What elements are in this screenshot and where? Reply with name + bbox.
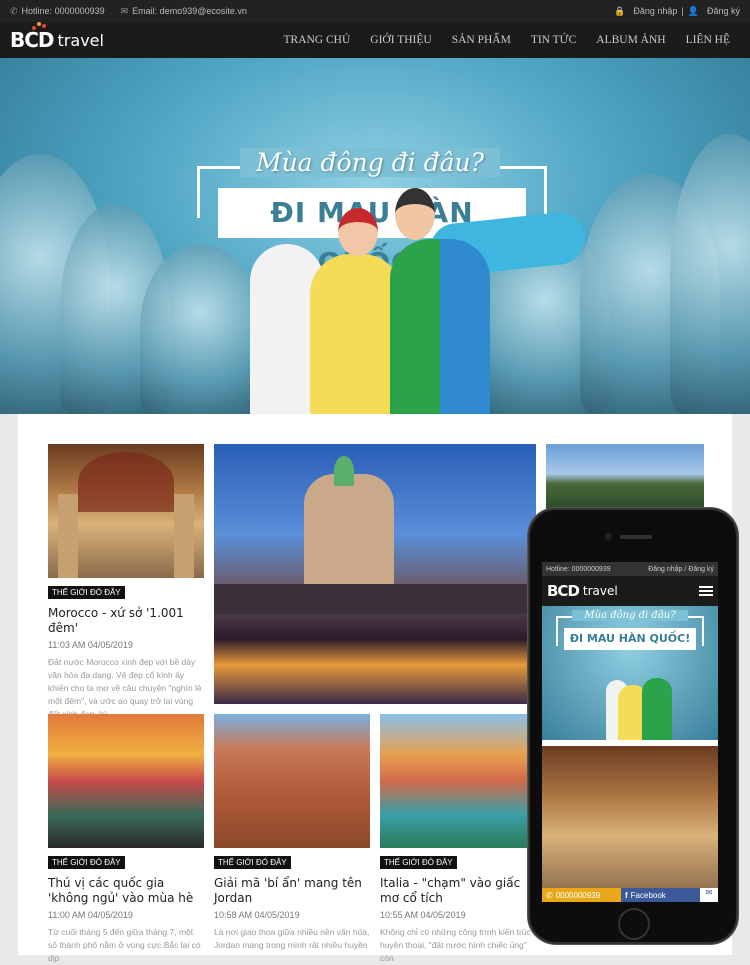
article-image[interactable]	[48, 444, 204, 578]
mobile-facebook-button[interactable]: f Facebook	[621, 888, 700, 902]
nav-products[interactable]: SẢN PHẨM	[442, 34, 521, 46]
register-link[interactable]: Đăng ký	[707, 6, 740, 16]
article-date: 10:58 AM 04/05/2019	[214, 910, 300, 920]
phone-icon: ✆	[546, 890, 553, 900]
main-header: BCD travel TRANG CHỦ GIỚI THIỆU SẢN PHẨM…	[0, 22, 750, 58]
phone-camera	[605, 533, 612, 540]
menu-icon[interactable]	[699, 586, 713, 596]
phone-mockup: Hotline: 0000000939 Đăng nhập / Đăng ký …	[528, 508, 738, 944]
news-card[interactable]: THẾ GIỚI ĐÓ ĐÂY Italia - "chạm" vào giấc…	[380, 714, 536, 965]
featured-image[interactable]	[214, 444, 536, 704]
article-excerpt: Đất nước Morocco xinh đẹp với bề dày văn…	[48, 657, 202, 719]
mobile-hero-banner: ĐI MAU HÀN QUỐC!	[564, 628, 696, 650]
mobile-hero-script: Mùa đông đi đâu?	[572, 610, 688, 621]
article-image[interactable]	[380, 714, 536, 848]
nav-news[interactable]: TIN TỨC	[521, 34, 586, 46]
article-date: 11:03 AM 04/05/2019	[48, 640, 133, 650]
nav-contact[interactable]: LIÊN HỆ	[676, 34, 740, 46]
nav-album[interactable]: ALBUM ẢNH	[586, 34, 675, 46]
article-image[interactable]	[546, 444, 704, 510]
article-title[interactable]: Thú vị các quốc gia 'không ngủ' vào mùa …	[48, 876, 204, 906]
person-woman-head	[338, 208, 378, 256]
login-link[interactable]: Đăng nhập	[633, 6, 677, 16]
article-image[interactable]	[214, 714, 370, 848]
top-bar: ✆ Hotline: 0000000939 ✉ Email: demo939@e…	[0, 0, 750, 22]
facebook-icon: f	[625, 890, 628, 900]
logo-dots	[32, 22, 50, 30]
mobile-logo[interactable]: BCD travel	[547, 582, 618, 600]
phone-speaker	[620, 535, 652, 539]
phone-home-button	[618, 908, 650, 940]
nav-home[interactable]: TRANG CHỦ	[274, 34, 361, 46]
logo-brand: BCD	[10, 22, 55, 52]
main-nav: TRANG CHỦ GIỚI THIỆU SẢN PHẨM TIN TỨC AL…	[274, 34, 741, 46]
mobile-header: BCD travel	[542, 576, 718, 606]
hero-banner[interactable]: Mùa đông đi đâu? ĐI MAU HÀN QUỐC!	[0, 58, 750, 414]
hotline-text[interactable]: Hotline: 0000000939	[22, 6, 105, 16]
mobile-hotline[interactable]: Hotline: 0000000939	[546, 566, 611, 573]
mobile-contact-bar: ✆ 0000000939 f Facebook ✉	[542, 888, 718, 902]
featured-image-card[interactable]	[214, 444, 536, 704]
mobile-register[interactable]: Đăng ký	[688, 566, 714, 573]
logo-suffix: travel	[57, 30, 104, 50]
phone-icon: ✆	[10, 5, 18, 16]
article-title[interactable]: Giải mã 'bí ẩn' mang tên Jordan	[214, 876, 370, 906]
news-card[interactable]: THẾ GIỚI ĐÓ ĐÂY Giải mã 'bí ẩn' mang tên…	[214, 714, 370, 952]
article-title[interactable]: Morocco - xứ sở '1.001 đêm'	[48, 606, 204, 636]
user-plus-icon: 👤	[687, 5, 699, 16]
category-badge[interactable]: THẾ GIỚI ĐÓ ĐÂY	[214, 856, 291, 869]
category-badge[interactable]: THẾ GIỚI ĐÓ ĐÂY	[48, 586, 125, 599]
category-badge[interactable]: THẾ GIỚI ĐÓ ĐÂY	[380, 856, 457, 869]
mobile-article-image[interactable]	[542, 746, 718, 896]
mobile-top-bar: Hotline: 0000000939 Đăng nhập / Đăng ký	[542, 562, 718, 576]
article-date: 10:55 AM 04/05/2019	[380, 910, 466, 920]
article-excerpt: Là nơi giao thoa giữa nhiều nền văn hóa,…	[214, 927, 370, 950]
person-man	[390, 239, 490, 414]
article-title[interactable]: Italia - "chạm" vào giấc mơ cổ tích	[380, 876, 536, 906]
news-card-partial[interactable]	[546, 444, 704, 510]
messenger-icon[interactable]: ✉	[700, 888, 718, 902]
news-card[interactable]: THẾ GIỚI ĐÓ ĐÂY Thú vị các quốc gia 'khô…	[48, 714, 204, 965]
article-excerpt: Không chỉ có những công trình kiến trúc …	[380, 927, 531, 963]
news-card[interactable]: THẾ GIỚI ĐÓ ĐÂY Morocco - xứ sở '1.001 đ…	[48, 444, 204, 721]
mobile-call-button[interactable]: ✆ 0000000939	[542, 888, 621, 902]
person-man-head	[395, 188, 435, 240]
category-badge[interactable]: THẾ GIỚI ĐÓ ĐÂY	[48, 856, 125, 869]
article-excerpt: Từ cuối tháng 5 đến giữa tháng 7, một số…	[48, 927, 201, 963]
mobile-hero[interactable]: Mùa đông đi đâu? ĐI MAU HÀN QUỐC!	[542, 606, 718, 740]
nav-about[interactable]: GIỚI THIỆU	[360, 34, 441, 46]
hero-script-text: Mùa đông đi đâu?	[240, 148, 500, 177]
person-woman	[310, 254, 402, 414]
article-image[interactable]	[48, 714, 204, 848]
site-logo[interactable]: BCD travel	[10, 22, 104, 52]
mail-icon: ✉	[120, 5, 129, 16]
email-text[interactable]: Email: demo939@ecosite.vn	[132, 6, 247, 16]
mobile-login[interactable]: Đăng nhập	[648, 566, 682, 573]
phone-screen: Hotline: 0000000939 Đăng nhập / Đăng ký …	[542, 562, 718, 902]
lock-icon: 🔒	[614, 5, 626, 16]
article-date: 11:00 AM 04/05/2019	[48, 910, 133, 920]
